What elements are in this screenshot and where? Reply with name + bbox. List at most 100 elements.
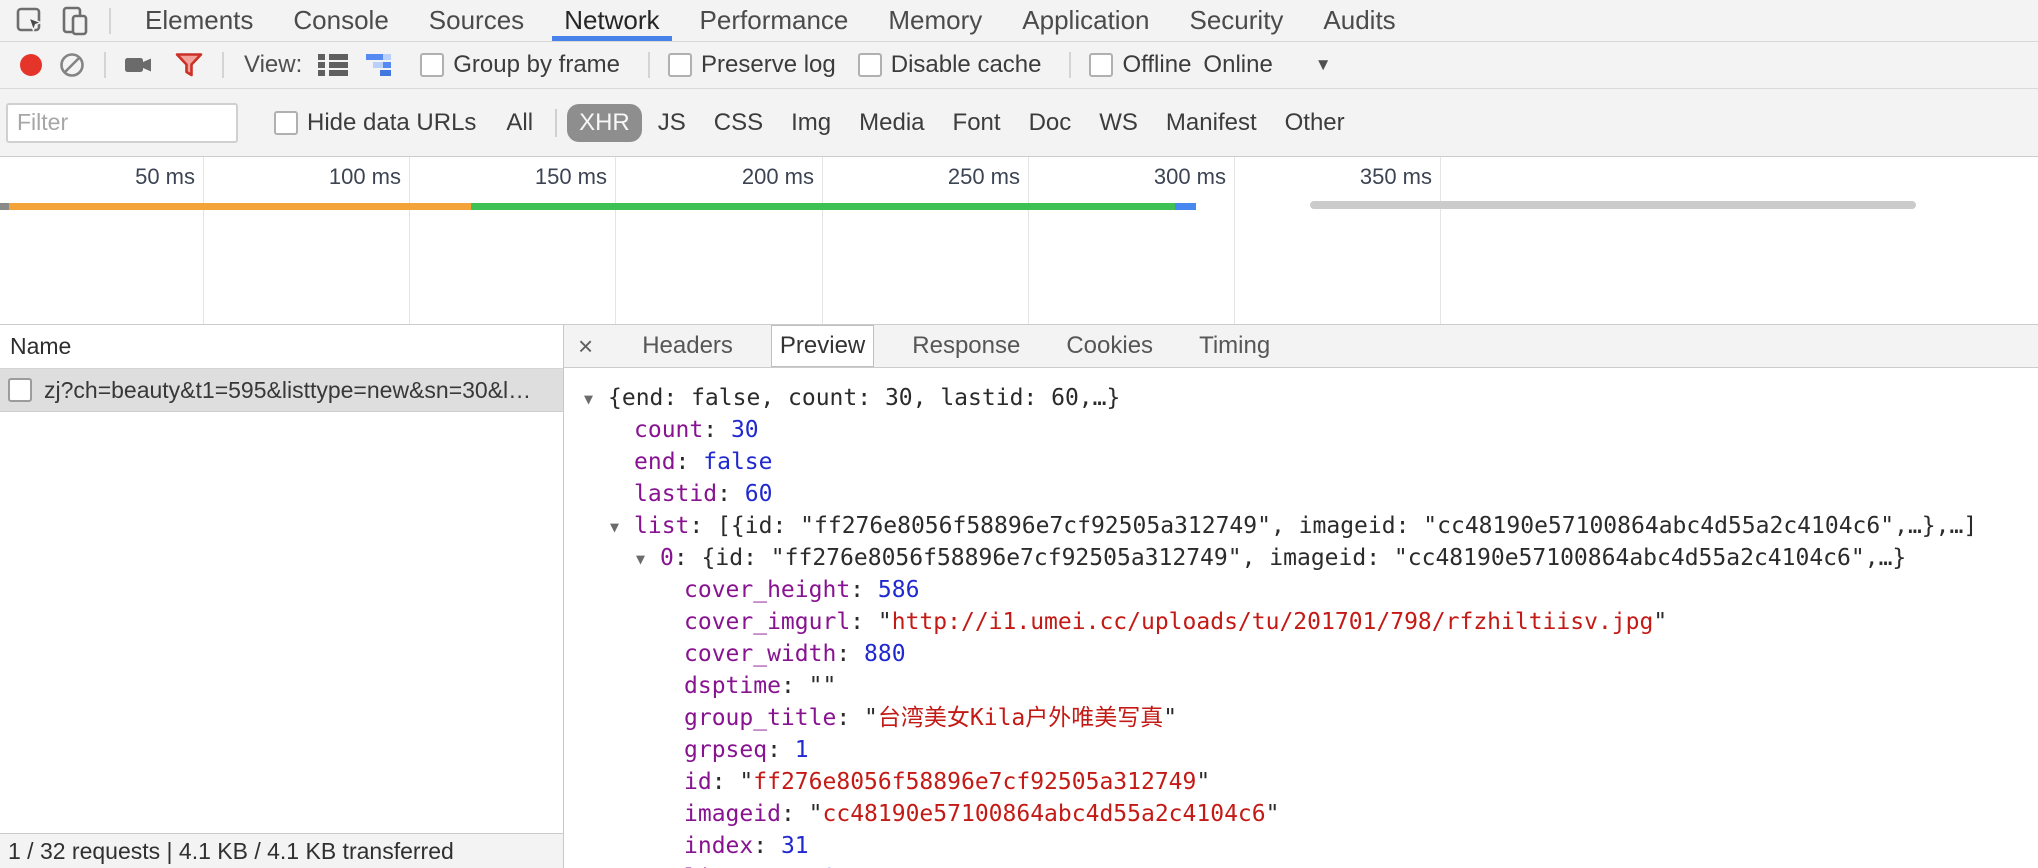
tab-network[interactable]: Network: [564, 0, 659, 41]
json-row: id: "ff276e8056f58896e7cf92505a312749": [564, 766, 2038, 798]
name-column-header[interactable]: Name: [0, 325, 563, 369]
filter-pill-js[interactable]: JS: [646, 104, 698, 142]
filter-pill-manifest[interactable]: Manifest: [1154, 104, 1269, 142]
json-text: :: [836, 705, 864, 731]
resource-type-filters: All XHRJSCSSImgMediaFontDocWSManifestOthe…: [492, 104, 1358, 142]
tab-elements[interactable]: Elements: [145, 0, 253, 41]
expand-arrow-icon[interactable]: ▼: [610, 511, 634, 543]
detail-tab-cookies[interactable]: Cookies: [1058, 325, 1161, 367]
timeline-tick-label: 50 ms: [45, 164, 195, 190]
json-key: cover_width: [684, 641, 836, 667]
json-row: ▼{end: false, count: 30, lastid: 60,…}: [564, 382, 2038, 414]
throttling-dropdown[interactable]: Online ▼: [1203, 51, 1331, 79]
filter-pill-xhr[interactable]: XHR: [567, 104, 642, 142]
json-key: end: [634, 449, 676, 475]
json-text: :: [676, 449, 704, 475]
filter-pill-doc[interactable]: Doc: [1017, 104, 1084, 142]
json-row: ▼0: {id: "ff276e8056f58896e7cf92505a3127…: [564, 542, 2038, 574]
panel-tabs: Elements Console Sources Network Performance…: [145, 0, 1396, 41]
tab-audits[interactable]: Audits: [1323, 0, 1395, 41]
json-key: 0: [660, 545, 674, 571]
disable-cache-checkbox[interactable]: [858, 53, 882, 77]
timeline-tick-label: 300 ms: [1076, 164, 1226, 190]
json-text: :: [712, 769, 740, 795]
filter-pill-font[interactable]: Font: [941, 104, 1013, 142]
detail-tab-timing[interactable]: Timing: [1191, 325, 1278, 367]
overview-scrollbar[interactable]: [1310, 201, 1916, 209]
timeline-gridline: [409, 157, 410, 324]
timeline-gridline: [1440, 157, 1441, 324]
json-str: ff276e8056f58896e7cf92505a312749: [753, 769, 1196, 795]
close-icon[interactable]: ×: [578, 333, 593, 359]
record-button[interactable]: [20, 54, 42, 76]
group-by-frame-checkbox[interactable]: [420, 53, 444, 77]
waterfall-view-icon[interactable]: [366, 53, 398, 77]
filter-bar: Hide data URLs AllXHRJSCSSImgMediaFontDo…: [0, 89, 2038, 157]
tab-sources[interactable]: Sources: [429, 0, 524, 41]
clear-icon[interactable]: [58, 51, 86, 79]
inspect-element-icon[interactable]: [16, 6, 47, 36]
tab-memory[interactable]: Memory: [888, 0, 982, 41]
json-quote: ": [878, 609, 892, 635]
json-text: :: [836, 641, 864, 667]
json-text: :: [753, 833, 781, 859]
json-str: http://i1.umei.cc/uploads/tu/201701/798/…: [892, 609, 1654, 635]
network-overview[interactable]: 50 ms100 ms150 ms200 ms250 ms300 ms350 m…: [0, 157, 2038, 325]
request-name: zj?ch=beauty&t1=595&listtype=new&sn=30&l…: [44, 377, 531, 404]
offline-checkbox[interactable]: [1089, 53, 1113, 77]
tab-security[interactable]: Security: [1190, 0, 1284, 41]
json-text: : {id: "ff276e8056f58896e7cf92505a312749…: [674, 545, 1906, 571]
filter-pill-css[interactable]: CSS: [702, 104, 775, 142]
json-quote: ": [1196, 769, 1210, 795]
tab-performance[interactable]: Performance: [700, 0, 849, 41]
filter-input[interactable]: [6, 103, 238, 143]
filter-pill-other[interactable]: Other: [1273, 104, 1357, 142]
json-text: :: [703, 417, 731, 443]
tab-application[interactable]: Application: [1022, 0, 1149, 41]
filter-pill-media[interactable]: Media: [847, 104, 936, 142]
json-row: end: false: [564, 446, 2038, 478]
timeline-tick-label: 250 ms: [870, 164, 1020, 190]
json-row: count: 30: [564, 414, 2038, 446]
devtools-tabbar: Elements Console Sources Network Performance…: [0, 0, 2038, 42]
screencast-icon[interactable]: [124, 53, 154, 77]
tab-console[interactable]: Console: [293, 0, 388, 41]
json-key: index: [684, 833, 753, 859]
view-label: View:: [244, 51, 302, 79]
detail-tab-preview[interactable]: Preview: [771, 325, 874, 367]
json-key: grpseq: [684, 737, 767, 763]
detail-tab-headers[interactable]: Headers: [634, 325, 741, 367]
expand-arrow-icon[interactable]: ▼: [584, 383, 608, 415]
json-text: {end: false, count: 30, lastid: 60,…}: [608, 385, 1120, 411]
json-row: grpseq: 1: [564, 734, 2038, 766]
preserve-log-checkbox[interactable]: [668, 53, 692, 77]
filter-icon[interactable]: [174, 51, 204, 79]
devtools-window: { "tabbar": { "tabs": ["Elements","Conso…: [0, 0, 2038, 868]
filter-pill-all[interactable]: All: [494, 104, 545, 142]
device-toolbar-icon[interactable]: [59, 5, 91, 37]
json-quote: ": [1266, 801, 1280, 827]
json-num: 880: [864, 641, 906, 667]
chevron-down-icon: ▼: [1315, 55, 1332, 75]
request-checkbox[interactable]: [8, 378, 32, 402]
throttling-value: Online: [1203, 51, 1272, 79]
list-view-icon[interactable]: [318, 53, 348, 77]
json-str: 台湾美女Kila户外唯美写真: [878, 705, 1163, 731]
separator: [104, 52, 106, 78]
expand-arrow-icon[interactable]: ▼: [636, 543, 660, 575]
preview-json-tree[interactable]: ▼{end: false, count: 30, lastid: 60,…}co…: [564, 368, 2038, 868]
filter-pill-img[interactable]: Img: [779, 104, 843, 142]
hide-data-urls-checkbox[interactable]: [274, 111, 298, 135]
timeline-gridline: [203, 157, 204, 324]
json-text: :: [850, 577, 878, 603]
group-by-frame-label: Group by frame: [453, 51, 620, 79]
json-quote: ": [1163, 705, 1177, 731]
json-key: cover_imgurl: [684, 609, 850, 635]
request-row[interactable]: zj?ch=beauty&t1=595&listtype=new&sn=30&l…: [0, 369, 563, 412]
detail-tab-response[interactable]: Response: [904, 325, 1028, 367]
filter-pill-ws[interactable]: WS: [1087, 104, 1150, 142]
json-row: dsptime: "": [564, 670, 2038, 702]
separator: [109, 8, 111, 34]
overview-waterfall-bar: [1175, 203, 1196, 210]
status-bar: 1 / 32 requests | 4.1 KB / 4.1 KB transf…: [0, 833, 563, 868]
